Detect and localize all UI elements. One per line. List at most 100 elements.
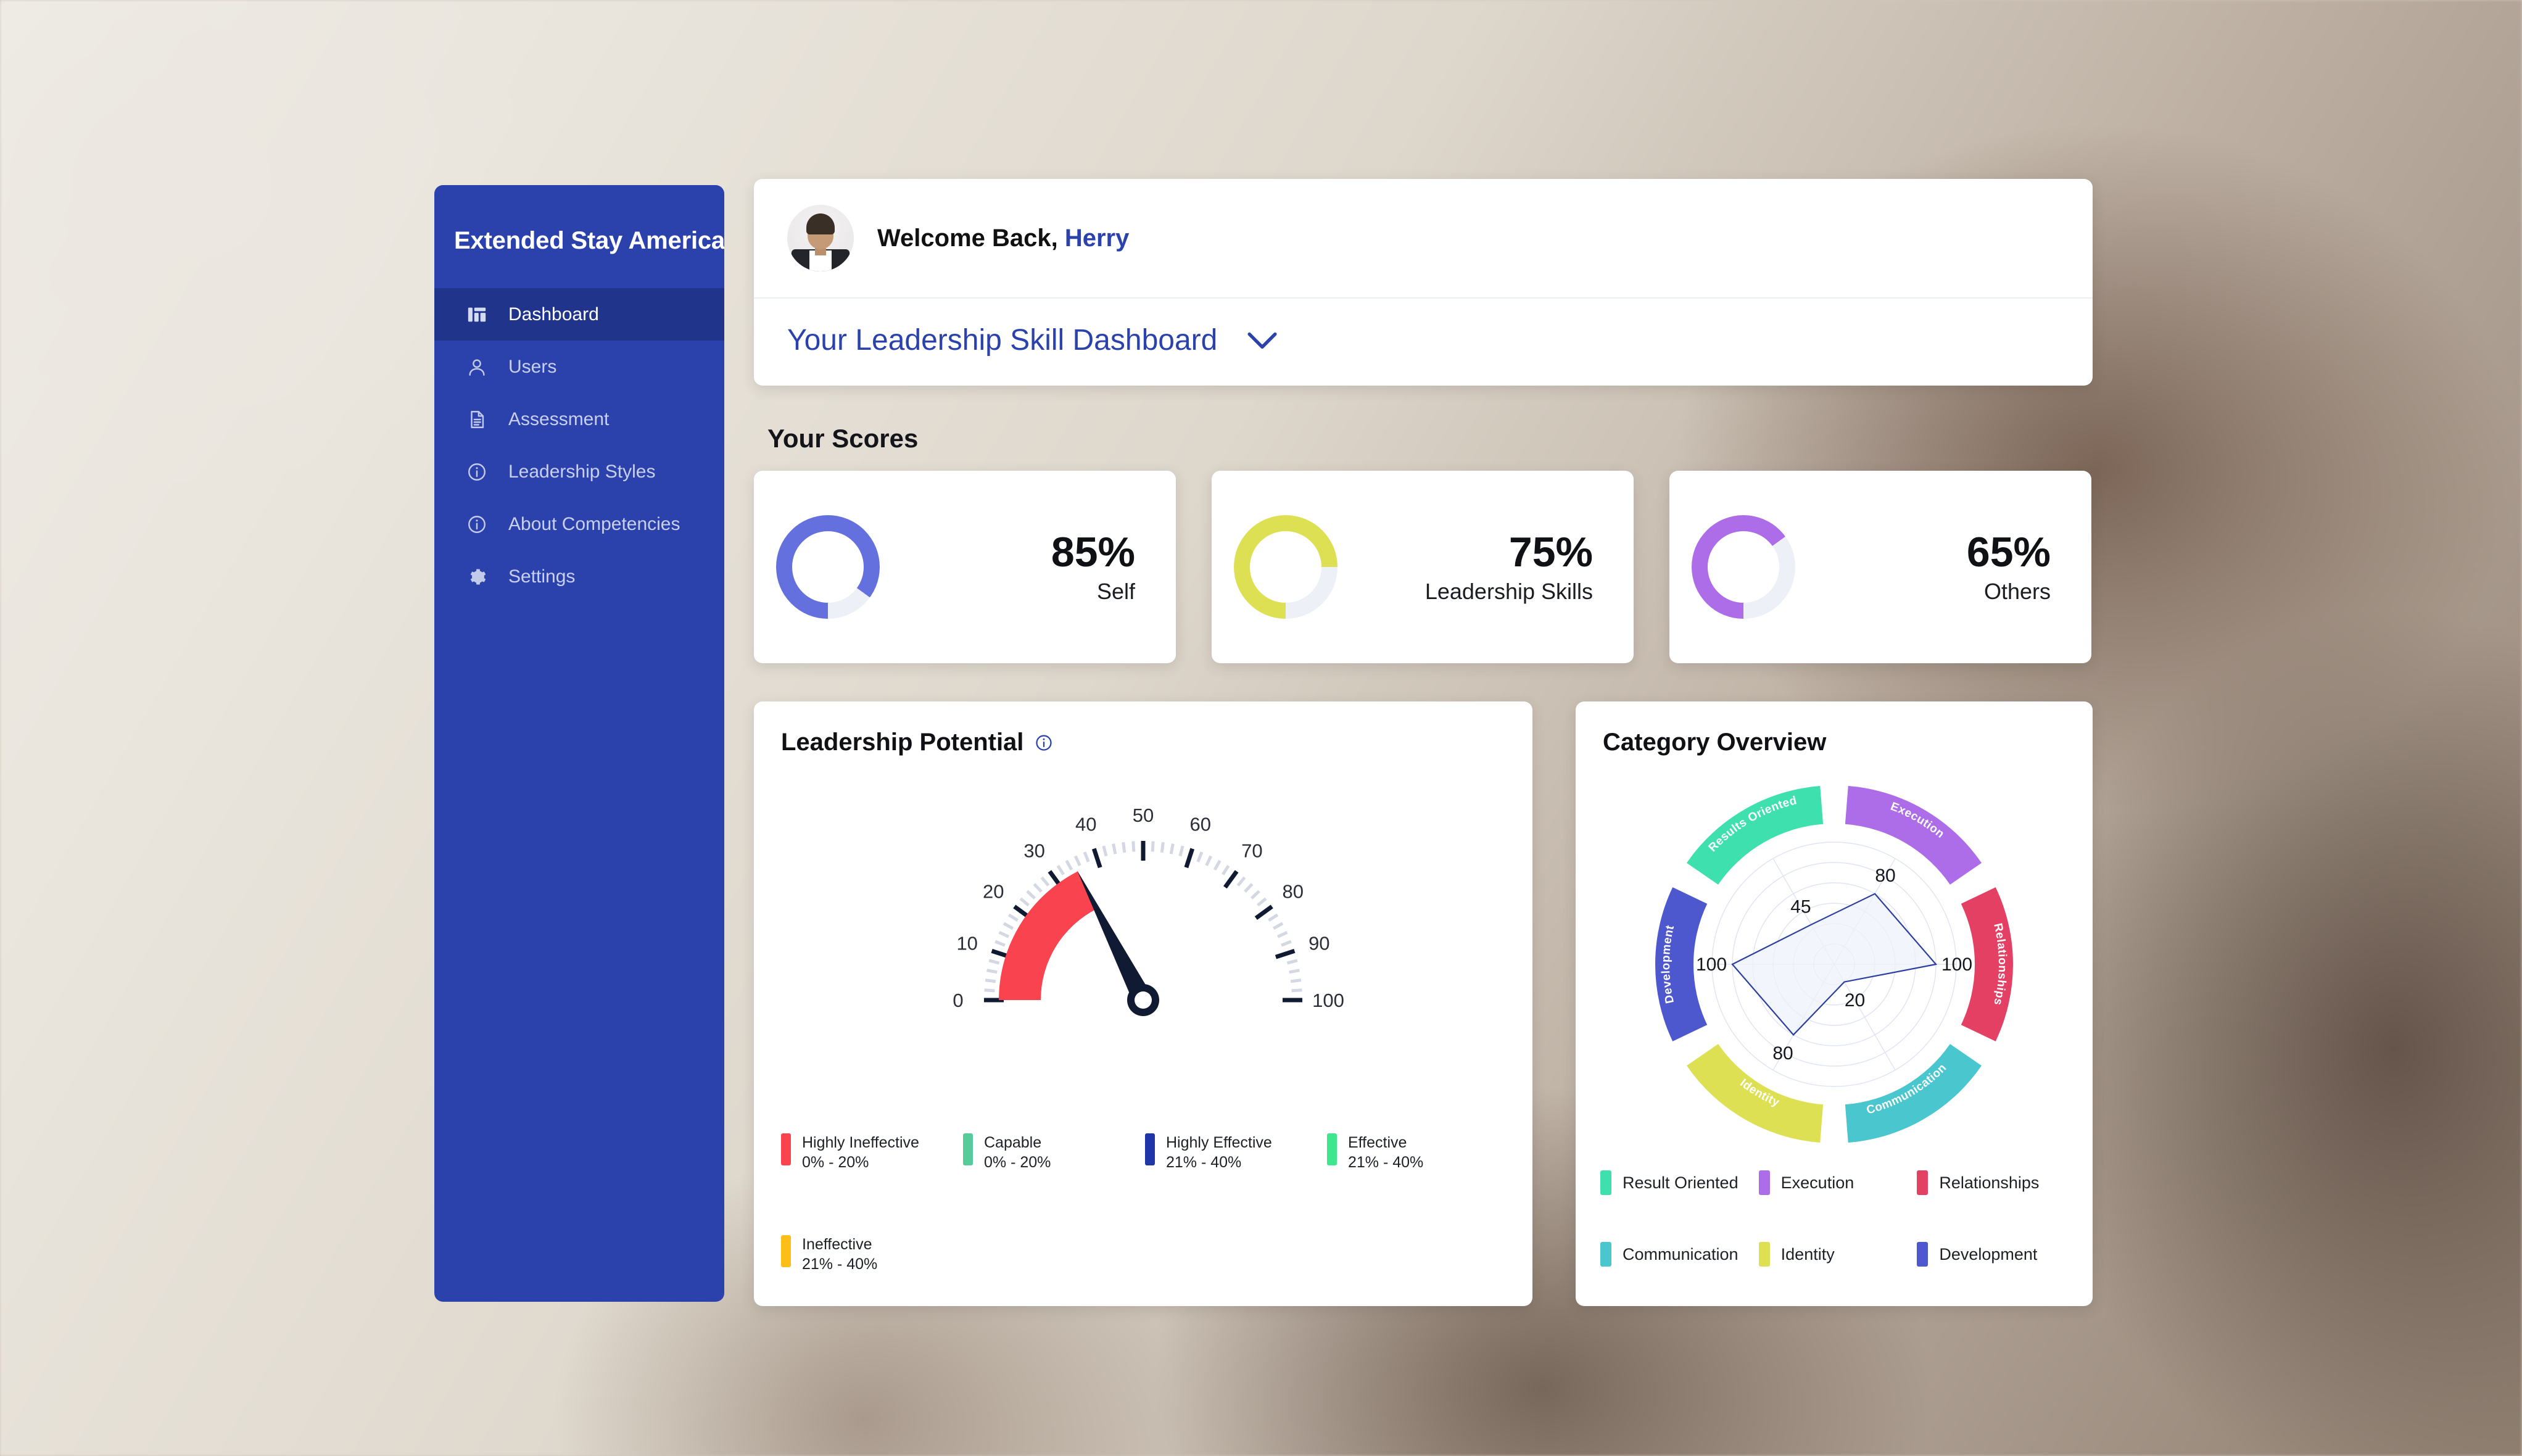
score-card-self: 85% Self <box>754 471 1176 663</box>
legend-label: Relationships <box>1939 1173 2040 1192</box>
sidebar-nav: Dashboard Users Assessment Leadership St… <box>434 288 724 603</box>
legend-item: Development <box>1917 1242 2075 1267</box>
category-overview-title-row: Category Overview <box>1576 701 2093 756</box>
svg-text:20: 20 <box>1845 990 1865 1011</box>
legend-swatch <box>1145 1133 1155 1165</box>
info-circle-icon[interactable] <box>1035 734 1053 752</box>
score-card-leadership-skills: 75% Leadership Skills <box>1212 471 1634 663</box>
brand-title: Extended Stay America <box>454 227 724 254</box>
sidebar-item-label: Leadership Styles <box>508 461 656 482</box>
legend-label: Identity <box>1780 1244 1835 1264</box>
legend-item: Result Oriented <box>1600 1170 1759 1195</box>
score-percent: 65% <box>1966 528 2051 576</box>
legend-range: 21% - 40% <box>802 1255 878 1273</box>
main-content: Welcome Back, Herry Your Leadership Skil… <box>754 179 2093 1306</box>
legend-item: Effective 21% - 40% <box>1327 1133 1509 1173</box>
svg-text:80: 80 <box>1875 866 1895 886</box>
leadership-potential-title-row: Leadership Potential <box>754 701 1532 756</box>
score-label: Self <box>1096 579 1135 605</box>
svg-text:40: 40 <box>1075 814 1096 835</box>
legend-label: Capable <box>984 1134 1042 1151</box>
svg-text:10: 10 <box>956 932 977 954</box>
dashboard-selector[interactable]: Your Leadership Skill Dashboard <box>754 299 2093 386</box>
sidebar-item-label: About Competencies <box>508 513 680 534</box>
legend-label: Execution <box>1780 1173 1854 1192</box>
panel-title: Category Overview <box>1603 729 1827 756</box>
leadership-potential-legend: Highly Ineffective 0% - 20% Capable 0% -… <box>781 1133 1509 1275</box>
legend-swatch <box>1327 1133 1337 1165</box>
sidebar-item-leadership-styles[interactable]: Leadership Styles <box>434 445 724 498</box>
category-overview-card: Category Overview Execution Relationships… <box>1576 701 2093 1306</box>
legend-swatch <box>1758 1170 1770 1195</box>
legend-label: Highly Effective <box>1166 1134 1272 1151</box>
dashboard-icon <box>464 302 490 328</box>
legend-swatch <box>781 1235 791 1267</box>
legend-item: Communication <box>1600 1242 1759 1267</box>
svg-text:45: 45 <box>1790 896 1811 917</box>
svg-text:100: 100 <box>1312 990 1344 1011</box>
chevron-down-icon[interactable] <box>1247 331 1278 350</box>
donut-chart-others <box>1692 515 1795 619</box>
sidebar-item-label: Assessment <box>508 408 610 429</box>
svg-text:0: 0 <box>953 990 963 1011</box>
score-cards: 85% Self 75% Leadership Skills 65% Other… <box>754 471 2093 663</box>
sidebar: Extended Stay America Dashboard Users As… <box>434 185 724 1302</box>
legend-item: Highly Effective 21% - 40% <box>1145 1133 1327 1173</box>
svg-text:30: 30 <box>1023 840 1044 861</box>
legend-item: Ineffective 21% - 40% <box>781 1235 963 1275</box>
sidebar-item-dashboard[interactable]: Dashboard <box>434 288 724 341</box>
legend-range: 0% - 20% <box>984 1154 1051 1172</box>
svg-text:60: 60 <box>1189 814 1210 835</box>
svg-text:50: 50 <box>1133 805 1154 826</box>
category-overview-legend: Result Oriented Execution Relationships … <box>1600 1170 2075 1267</box>
gear-icon <box>464 564 490 590</box>
score-percent: 75% <box>1508 528 1593 576</box>
legend-label: Ineffective <box>802 1236 872 1253</box>
legend-item: Execution <box>1758 1170 1917 1195</box>
donut-chart-self <box>776 515 880 619</box>
welcome-row: Welcome Back, Herry <box>754 179 2093 299</box>
svg-text:80: 80 <box>1772 1043 1793 1064</box>
legend-item: Relationships <box>1917 1170 2075 1195</box>
svg-text:100: 100 <box>1941 954 1972 975</box>
sidebar-item-settings[interactable]: Settings <box>434 550 724 603</box>
legend-swatch <box>1758 1242 1770 1267</box>
legend-swatch <box>1917 1170 1929 1195</box>
welcome-message: Welcome Back, Herry <box>877 225 1129 252</box>
sidebar-item-label: Users <box>508 356 557 377</box>
svg-text:80: 80 <box>1282 881 1303 903</box>
avatar <box>787 205 854 271</box>
donut-chart-leadership-skills <box>1234 515 1337 619</box>
legend-label: Communication <box>1623 1244 1739 1264</box>
legend-swatch <box>1600 1242 1611 1267</box>
legend-range: 21% - 40% <box>1166 1154 1242 1172</box>
legend-label: Result Oriented <box>1623 1173 1739 1192</box>
score-label: Others <box>1983 579 2051 605</box>
legend-label: Effective <box>1348 1134 1407 1151</box>
dashboard-selector-label: Your Leadership Skill Dashboard <box>787 324 1218 357</box>
legend-label: Highly Ineffective <box>802 1134 919 1151</box>
legend-item: Identity <box>1758 1242 1917 1267</box>
legend-swatch <box>1917 1242 1929 1267</box>
document-icon <box>464 407 490 432</box>
legend-swatch <box>1600 1170 1611 1195</box>
legend-item: Highly Ineffective 0% - 20% <box>781 1133 963 1173</box>
sidebar-item-assessment[interactable]: Assessment <box>434 393 724 445</box>
sidebar-item-about-competencies[interactable]: About Competencies <box>434 498 724 550</box>
legend-range: 0% - 20% <box>802 1154 869 1172</box>
legend-swatch <box>781 1133 791 1165</box>
svg-text:100: 100 <box>1696 954 1727 975</box>
info-circle-icon <box>464 511 490 537</box>
sidebar-item-users[interactable]: Users <box>434 341 724 393</box>
user-icon <box>464 354 490 380</box>
svg-text:70: 70 <box>1241 840 1262 861</box>
radar-chart: Execution Relationships Communication Ident… <box>1576 761 2093 1168</box>
score-label: Leadership Skills <box>1424 579 1593 605</box>
sidebar-item-label: Dashboard <box>508 304 599 325</box>
legend-item: Capable 0% - 20% <box>963 1133 1145 1173</box>
svg-text:20: 20 <box>983 881 1004 903</box>
sidebar-item-label: Settings <box>508 566 576 587</box>
scores-heading: Your Scores <box>767 424 919 453</box>
header-card: Welcome Back, Herry Your Leadership Skil… <box>754 179 2093 386</box>
legend-range: 21% - 40% <box>1348 1154 1424 1172</box>
